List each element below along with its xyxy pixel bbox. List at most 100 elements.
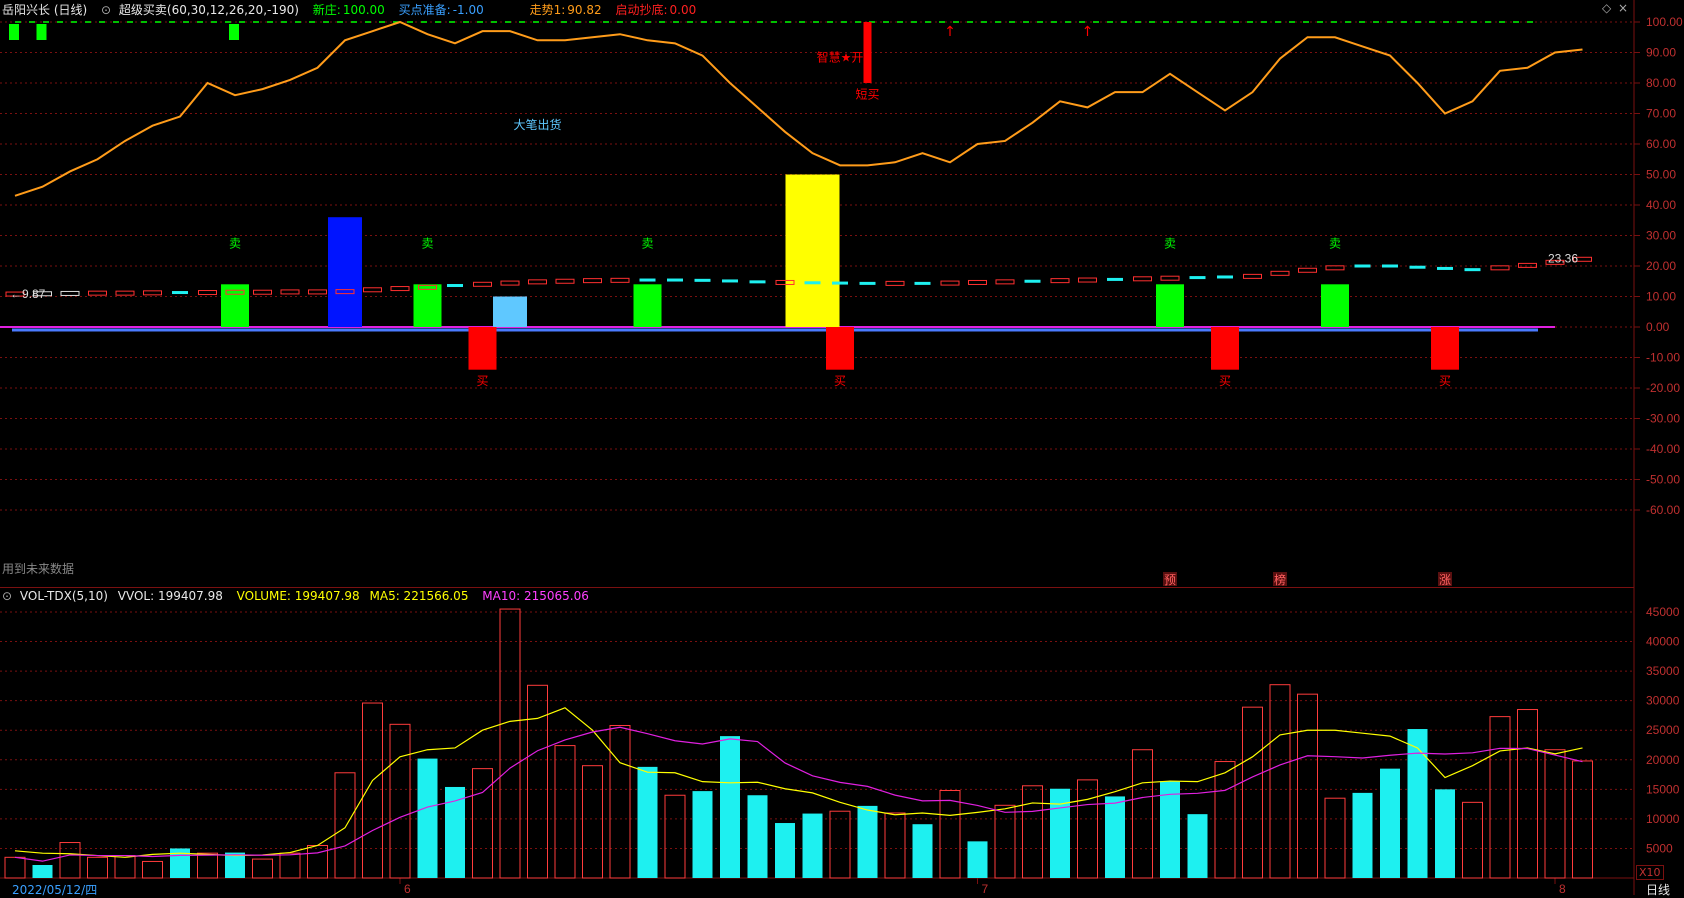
volume-tick-label: 40000 — [1646, 635, 1680, 649]
candle — [1133, 276, 1152, 282]
volume-bar-up — [389, 723, 411, 879]
volume-bar-down — [1407, 729, 1428, 878]
volume-bar-up — [1462, 801, 1483, 879]
upper-tick-label: 0.00 — [1646, 320, 1670, 334]
volume-bar-down — [720, 736, 740, 878]
candle — [198, 290, 217, 296]
volume-bar-down — [225, 852, 245, 878]
volume-bar-up — [499, 608, 521, 879]
signal-bar-red — [1211, 327, 1239, 370]
candle — [1464, 268, 1481, 272]
candle — [1382, 264, 1398, 268]
top-signal-mark — [9, 24, 19, 40]
ma10-line — [14, 726, 1583, 862]
candle — [390, 286, 410, 292]
signal-bar-green — [1156, 284, 1184, 327]
buy-label: 买 — [476, 374, 488, 388]
volume-bar-up — [994, 804, 1016, 879]
candle — [1107, 277, 1123, 281]
volume-tick-label: 10000 — [1646, 812, 1680, 826]
upper-tick-label: 100.00 — [1646, 15, 1683, 29]
candle — [280, 289, 300, 295]
signal-bar-green — [1321, 284, 1349, 327]
candle — [363, 287, 382, 293]
candle — [885, 280, 905, 286]
upper-tick-label: -10.00 — [1646, 351, 1680, 365]
annotation-label: 大笔出货 — [513, 117, 561, 132]
sell-label: 卖 — [1164, 237, 1176, 251]
volume-bar-down — [1380, 768, 1400, 878]
volume-bar-up — [884, 812, 906, 879]
candle — [1270, 270, 1290, 276]
sell-label: 卖 — [421, 237, 433, 251]
candle — [667, 278, 683, 282]
volume-bar-up — [1242, 706, 1263, 879]
bottom-tag: 榜 — [1274, 572, 1286, 587]
volume-bar-down — [32, 864, 53, 878]
candle — [610, 277, 630, 283]
buy-label: 买 — [1219, 374, 1231, 388]
x-tick-label: 6 — [404, 882, 411, 895]
volume-bar-up — [1214, 761, 1236, 879]
candle — [749, 280, 766, 284]
candle — [968, 279, 987, 285]
volume-bar-down — [1187, 814, 1208, 878]
zoushi-line — [14, 20, 1583, 197]
candle — [1078, 277, 1097, 283]
candle — [1354, 264, 1371, 268]
candle — [1243, 273, 1262, 279]
upper-tick-label: -20.00 — [1646, 381, 1680, 395]
up-arrow-icon: ↑ — [1082, 24, 1094, 40]
upper-tick-label: -60.00 — [1646, 503, 1680, 517]
volume-bar-up — [4, 856, 26, 879]
signal-bar-red — [468, 327, 497, 370]
upper-tick-label: 60.00 — [1646, 137, 1676, 151]
volume-bar-down — [802, 813, 823, 878]
volume-bar-down — [775, 823, 795, 878]
candle — [1024, 279, 1041, 283]
candle — [1217, 275, 1233, 279]
volume-bar-down — [637, 766, 658, 878]
upper-tick-label: 50.00 — [1646, 168, 1676, 182]
candle — [722, 279, 738, 283]
candle — [804, 281, 821, 285]
signal-bar-blue — [328, 217, 362, 327]
volume-bar-up — [527, 684, 548, 879]
annotation-label: 智慧★开 — [817, 50, 864, 65]
candle — [995, 279, 1015, 285]
top-signal-mark — [229, 24, 239, 40]
upper-tick-label: 90.00 — [1646, 46, 1676, 60]
volume-tick-label: 35000 — [1646, 664, 1680, 678]
candle — [253, 289, 272, 295]
upper-tick-label: 10.00 — [1646, 290, 1676, 304]
candle — [500, 280, 520, 286]
volume-bar-up — [252, 858, 273, 879]
volume-bar-down — [857, 805, 878, 878]
upper-tick-label: -30.00 — [1646, 412, 1680, 426]
upper-tick-label: -40.00 — [1646, 442, 1680, 456]
volume-tick-label: 5000 — [1646, 841, 1673, 855]
volume-bar-up — [554, 745, 576, 879]
volume-bar-up — [279, 852, 301, 879]
buy-label: 买 — [834, 374, 846, 388]
volume-bar-up — [59, 842, 81, 879]
candle — [60, 290, 80, 296]
volume-bar-up — [829, 810, 851, 879]
candle — [1298, 267, 1317, 273]
candle — [88, 290, 107, 296]
volume-bar-down — [692, 791, 713, 878]
upper-tick-label: 20.00 — [1646, 259, 1676, 273]
volume-bar-down — [967, 841, 988, 878]
upper-tick-label: 40.00 — [1646, 198, 1676, 212]
volume-bar-down — [1435, 789, 1455, 878]
volume-tick-label: 15000 — [1646, 782, 1680, 796]
volume-bar-up — [1324, 797, 1346, 879]
bottom-tag: 预 — [1164, 573, 1176, 587]
candle — [143, 290, 162, 296]
bottom-tag: 涨 — [1439, 572, 1451, 587]
volume-bar-up — [1572, 760, 1593, 879]
volume-bar-up — [1297, 693, 1318, 879]
buy-label: 买 — [1439, 374, 1451, 388]
volume-tick-label: 25000 — [1646, 723, 1680, 737]
x-tick-label: 8 — [1559, 882, 1566, 895]
